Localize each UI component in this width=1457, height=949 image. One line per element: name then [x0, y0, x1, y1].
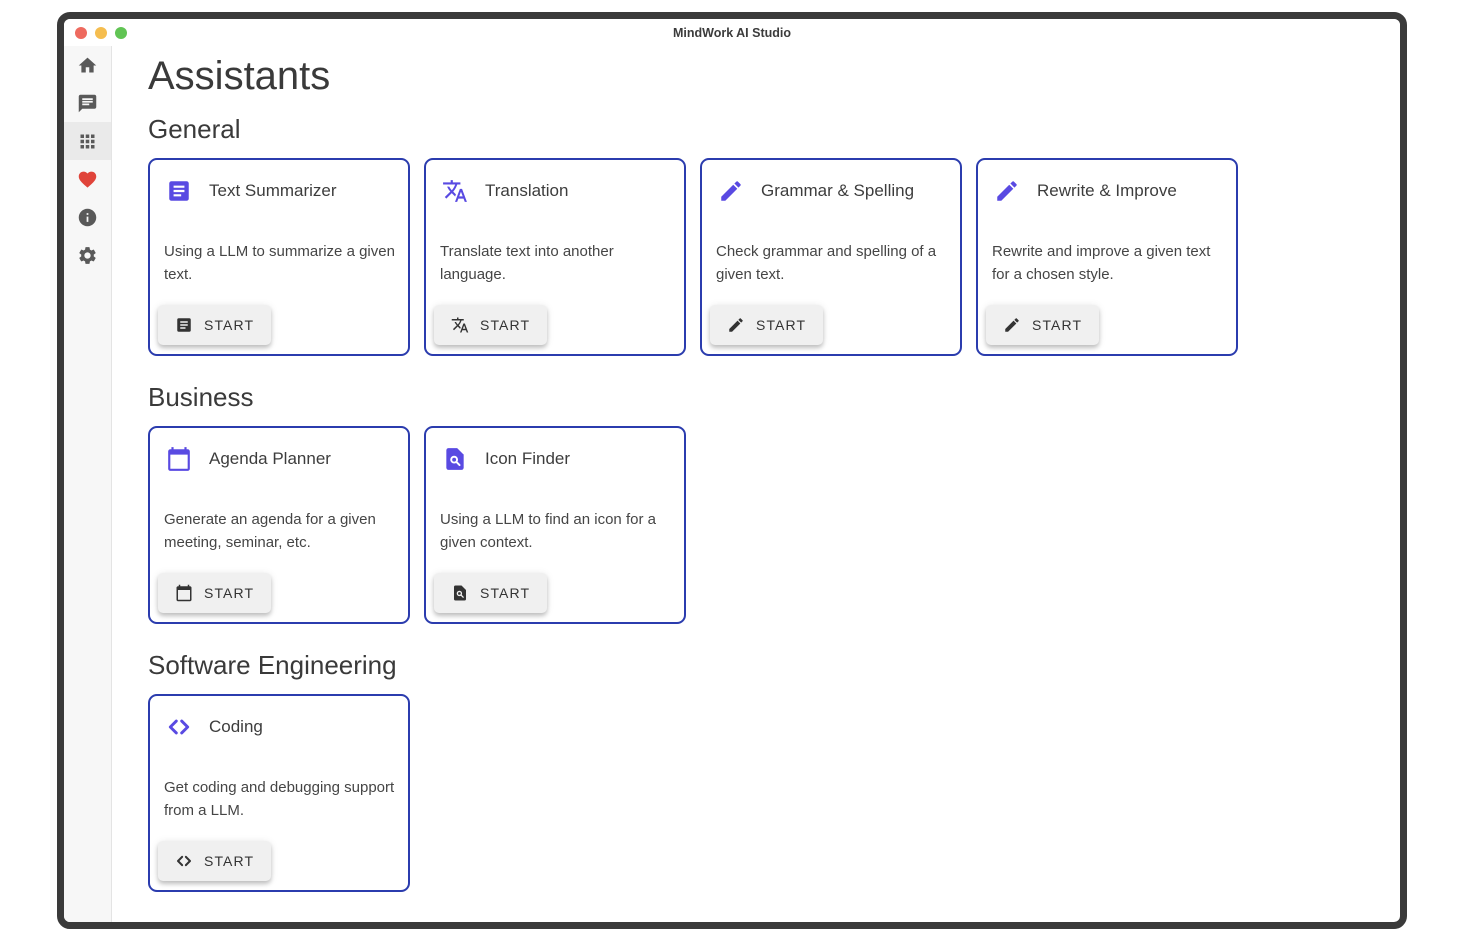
document-search-icon [442, 446, 468, 472]
document-search-icon [451, 584, 469, 602]
start-coding-button[interactable]: START [158, 841, 271, 881]
code-icon [175, 852, 193, 870]
calendar-icon [175, 584, 193, 602]
start-button-label: START [756, 317, 806, 333]
card-title: Rewrite & Improve [1037, 181, 1177, 201]
general-cards-row: Text Summarizer Using a LLM to summarize… [148, 158, 1400, 356]
pencil-icon [994, 178, 1020, 204]
card-description: Using a LLM to find an icon for a given … [440, 508, 672, 554]
sidebar-item-chat[interactable] [64, 84, 111, 122]
software-engineering-cards-row: Coding Get coding and debugging support … [148, 694, 1400, 892]
start-icon-finder-button[interactable]: START [434, 573, 547, 613]
card-description: Check grammar and spelling of a given te… [716, 240, 948, 286]
sidebar-item-assistants[interactable] [64, 122, 111, 160]
section-title-general: General [148, 114, 1400, 144]
start-button-label: START [204, 853, 254, 869]
start-rewrite-improve-button[interactable]: START [986, 305, 1099, 345]
assistant-card-agenda-planner: Agenda Planner Generate an agenda for a … [148, 426, 410, 624]
start-grammar-spelling-button[interactable]: START [710, 305, 823, 345]
assistant-card-translation: Translation Translate text into another … [424, 158, 686, 356]
card-description: Using a LLM to summarize a given text. [164, 240, 396, 286]
start-agenda-planner-button[interactable]: START [158, 573, 271, 613]
sidebar-item-supporters[interactable] [64, 160, 111, 198]
pencil-icon [718, 178, 744, 204]
chat-icon [77, 93, 98, 114]
start-button-label: START [480, 585, 530, 601]
gear-icon [77, 245, 98, 266]
zoom-window-button[interactable] [115, 27, 127, 39]
app-window: MindWork AI Studio Assistants [57, 12, 1407, 929]
assistant-card-grammar-spelling: Grammar & Spelling Check grammar and spe… [700, 158, 962, 356]
section-title-business: Business [148, 382, 1400, 412]
card-title: Agenda Planner [209, 449, 331, 469]
sidebar-item-settings[interactable] [64, 236, 111, 274]
start-button-label: START [204, 585, 254, 601]
card-description: Generate an agenda for a given meeting, … [164, 508, 396, 554]
sidebar [64, 46, 112, 929]
document-icon [166, 178, 192, 204]
card-title: Text Summarizer [209, 181, 337, 201]
card-description: Translate text into another language. [440, 240, 672, 286]
home-icon [77, 55, 98, 76]
minimize-window-button[interactable] [95, 27, 107, 39]
code-icon [166, 714, 192, 740]
card-title: Grammar & Spelling [761, 181, 914, 201]
assistant-card-text-summarizer: Text Summarizer Using a LLM to summarize… [148, 158, 410, 356]
card-description: Rewrite and improve a given text for a c… [992, 240, 1224, 286]
pencil-icon [727, 316, 745, 334]
page-title: Assistants [148, 54, 1400, 98]
card-title: Icon Finder [485, 449, 570, 469]
info-icon [77, 207, 98, 228]
window-title: MindWork AI Studio [673, 26, 791, 40]
card-title: Coding [209, 717, 263, 737]
card-title: Translation [485, 181, 568, 201]
apps-grid-icon [77, 131, 98, 152]
pencil-icon [1003, 316, 1021, 334]
sidebar-item-about[interactable] [64, 198, 111, 236]
sidebar-item-home[interactable] [64, 46, 111, 84]
translate-icon [451, 316, 469, 334]
close-window-button[interactable] [75, 27, 87, 39]
main-content: Assistants General Text Summarizer Using… [112, 46, 1400, 929]
section-title-software-engineering: Software Engineering [148, 650, 1400, 680]
translate-icon [442, 178, 468, 204]
heart-icon [77, 169, 98, 190]
start-translation-button[interactable]: START [434, 305, 547, 345]
start-button-label: START [480, 317, 530, 333]
window-controls [75, 27, 127, 39]
start-text-summarizer-button[interactable]: START [158, 305, 271, 345]
assistant-card-icon-finder: Icon Finder Using a LLM to find an icon … [424, 426, 686, 624]
document-icon [175, 316, 193, 334]
calendar-icon [166, 446, 192, 472]
assistant-card-coding: Coding Get coding and debugging support … [148, 694, 410, 892]
title-bar: MindWork AI Studio [64, 19, 1400, 46]
business-cards-row: Agenda Planner Generate an agenda for a … [148, 426, 1400, 624]
start-button-label: START [204, 317, 254, 333]
assistant-card-rewrite-improve: Rewrite & Improve Rewrite and improve a … [976, 158, 1238, 356]
start-button-label: START [1032, 317, 1082, 333]
card-description: Get coding and debugging support from a … [164, 776, 396, 822]
